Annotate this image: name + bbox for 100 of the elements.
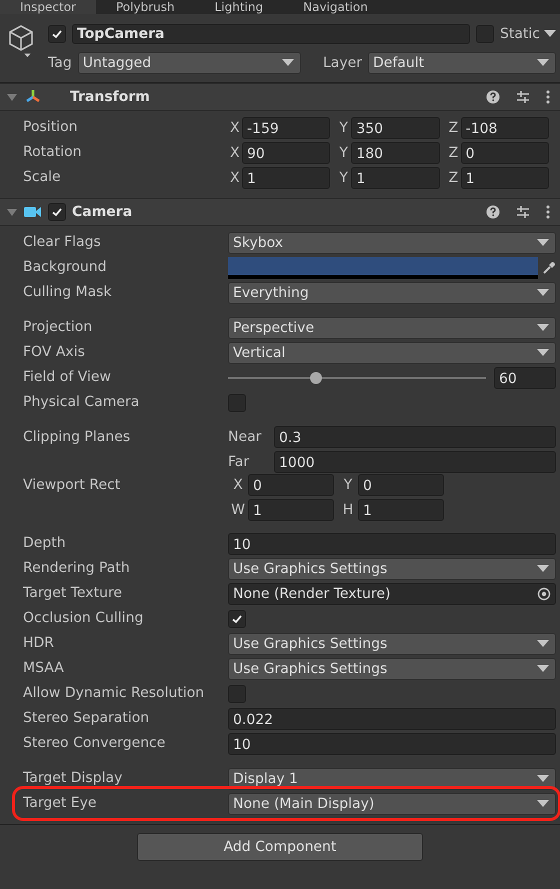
tag-label: Tag [48, 54, 72, 70]
property-label: Background [23, 258, 108, 277]
axis-label: X [229, 170, 241, 186]
component-header[interactable]: Camera [0, 198, 560, 226]
number-field[interactable]: 1000 [274, 451, 556, 473]
dropdown[interactable]: Skybox [228, 232, 556, 254]
number-field[interactable]: 1 [242, 166, 330, 188]
number-field[interactable]: 0 [248, 474, 334, 496]
property-label: Field of View [23, 368, 112, 387]
property-label: Occlusion Culling [23, 609, 144, 628]
property-label: Rotation [23, 143, 83, 162]
inspector-tab[interactable]: Inspector [0, 0, 96, 14]
checkbox[interactable] [228, 684, 246, 702]
check-icon [51, 28, 63, 40]
check-icon [231, 612, 243, 624]
axis-label: Z [448, 144, 460, 160]
property-label: Target Display [23, 769, 124, 788]
axis-label: X [232, 477, 244, 493]
property-label: FOV Axis [23, 343, 86, 362]
checkbox[interactable] [228, 610, 246, 628]
property-label: Target Texture [23, 584, 124, 603]
dropdown[interactable]: Everything [228, 282, 556, 304]
property-label: HDR [23, 634, 56, 653]
number-field[interactable]: -108 [460, 116, 549, 138]
checkbox[interactable] [228, 394, 246, 412]
property-label: Clear Flags [23, 233, 102, 252]
active-checkbox[interactable] [48, 24, 66, 42]
property-label: Stereo Separation [23, 709, 150, 728]
object-name-field[interactable]: TopCamera [72, 24, 470, 44]
field-label: Near [228, 429, 262, 445]
number-field[interactable]: 0.022 [228, 708, 556, 730]
field-label: Far [228, 454, 250, 470]
property-label: Target Eye [23, 794, 98, 813]
axis-label: Z [448, 170, 460, 186]
number-field[interactable]: 1 [358, 499, 444, 521]
enabled-checkbox[interactable] [48, 203, 66, 221]
property-label: Projection [23, 318, 94, 337]
dropdown[interactable]: Use Graphics Settings [228, 558, 556, 580]
presets-icon[interactable] [516, 205, 530, 219]
property-label: Depth [23, 534, 67, 553]
property-label: Viewport Rect [23, 476, 122, 495]
number-field[interactable]: 10 [228, 532, 556, 554]
number-field[interactable]: 1 [460, 166, 549, 188]
property-label: Position [23, 118, 79, 137]
number-field[interactable]: 60 [494, 366, 556, 388]
number-field[interactable]: -159 [242, 116, 330, 138]
object-field[interactable]: None (Render Texture) [228, 582, 556, 604]
number-field[interactable]: 350 [351, 116, 440, 138]
color-field[interactable] [228, 256, 538, 278]
dropdown[interactable]: None (Main Display) [228, 792, 556, 814]
number-field[interactable]: 1 [351, 166, 440, 188]
dropdown[interactable]: Vertical [228, 342, 556, 364]
add-component-button[interactable]: Add Component [137, 833, 423, 861]
property-label: Rendering Path [23, 559, 131, 578]
property-label: Culling Mask [23, 283, 113, 302]
layer-label: Layer [322, 54, 362, 70]
component-header[interactable]: Transform [0, 83, 560, 111]
axis-label: Y [342, 477, 354, 493]
help-icon[interactable] [486, 205, 500, 219]
static-checkbox[interactable] [476, 24, 494, 42]
property-label: MSAA [23, 659, 65, 678]
number-field[interactable]: 0.3 [274, 426, 556, 448]
dropdown[interactable]: Use Graphics Settings [228, 658, 556, 680]
dropdown[interactable]: Perspective [228, 316, 556, 338]
property-label: Clipping Planes [23, 428, 132, 447]
dropdown[interactable]: Use Graphics Settings [228, 632, 556, 654]
axis-label: Z [448, 120, 460, 136]
axis-label: W [230, 502, 246, 518]
number-field[interactable]: 1 [248, 499, 334, 521]
property-label: Allow Dynamic Resolution [23, 684, 206, 703]
number-field[interactable]: 0 [460, 142, 549, 164]
eyedropper-icon[interactable] [542, 260, 556, 274]
more-icon[interactable] [546, 205, 550, 219]
more-icon[interactable] [546, 90, 550, 104]
layer-dropdown[interactable]: Default [368, 52, 556, 74]
check-icon [51, 206, 63, 218]
property-label: Scale [23, 168, 62, 187]
axis-label: H [342, 502, 354, 518]
tag-dropdown[interactable]: Untagged [78, 52, 301, 74]
static-dropdown[interactable]: Static [500, 26, 556, 42]
number-field[interactable]: 180 [351, 142, 440, 164]
camera-icon [24, 206, 42, 218]
help-icon[interactable] [486, 90, 500, 104]
component-title: Camera [72, 204, 132, 220]
presets-icon[interactable] [516, 90, 530, 104]
number-field[interactable]: 90 [242, 142, 330, 164]
foldout-icon[interactable] [6, 206, 18, 218]
axis-label: Y [338, 144, 349, 160]
axis-label: Y [338, 120, 349, 136]
property-label: Stereo Convergence [23, 734, 166, 753]
axis-label: X [229, 120, 241, 136]
number-field[interactable]: 0 [358, 474, 444, 496]
foldout-icon[interactable] [6, 91, 18, 103]
property-label: Physical Camera [23, 393, 140, 412]
axis-label: X [229, 144, 241, 160]
component-title: Transform [70, 89, 150, 105]
axis-label: Y [338, 170, 349, 186]
slider-thumb[interactable] [310, 372, 322, 384]
picker-icon[interactable] [537, 586, 551, 600]
number-field[interactable]: 10 [228, 732, 556, 754]
